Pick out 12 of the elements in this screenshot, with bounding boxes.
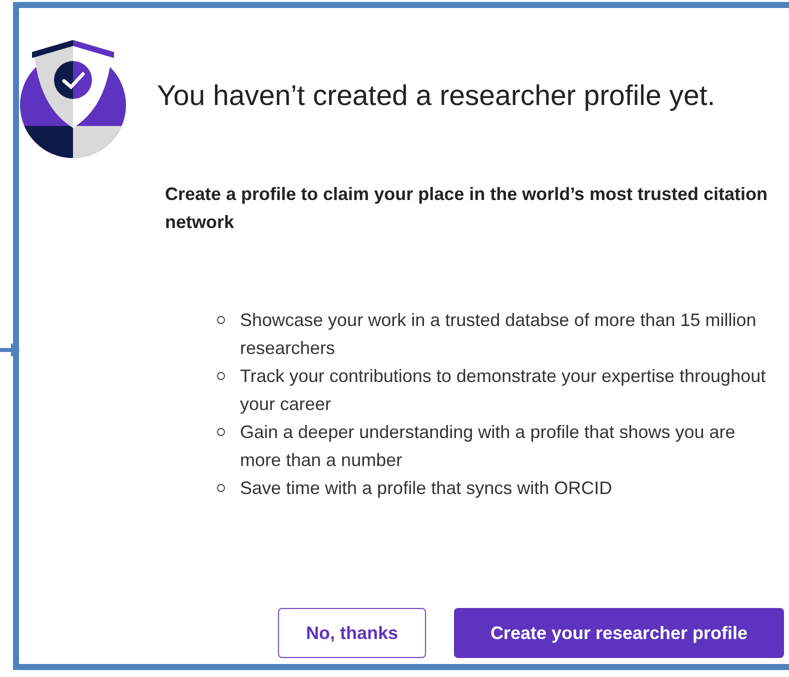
benefit-text: Gain a deeper understanding with a profile that shows you are more than a number (240, 421, 736, 472)
dialog-title: You haven’t created a researcher profile yet. (157, 80, 716, 113)
bullet-icon (217, 372, 225, 380)
dialog-subtitle: Create a profile to claim your place in the world’s most trusted citation network (165, 183, 768, 234)
benefit-text: Showcase your work in a trusted databse of more than 15 million researchers (240, 309, 758, 360)
benefit-text: Save time with a profile that syncs with ORCID (240, 477, 612, 500)
decline-button[interactable]: No, thanks (278, 608, 426, 658)
bullet-icon (217, 428, 225, 436)
bullet-icon (217, 316, 225, 324)
benefit-text: Track your contributions to demonstrate your expertise throughout your career (240, 365, 767, 416)
create-profile-button[interactable]: Create your researcher profile (454, 608, 784, 658)
bullet-icon (217, 484, 225, 492)
